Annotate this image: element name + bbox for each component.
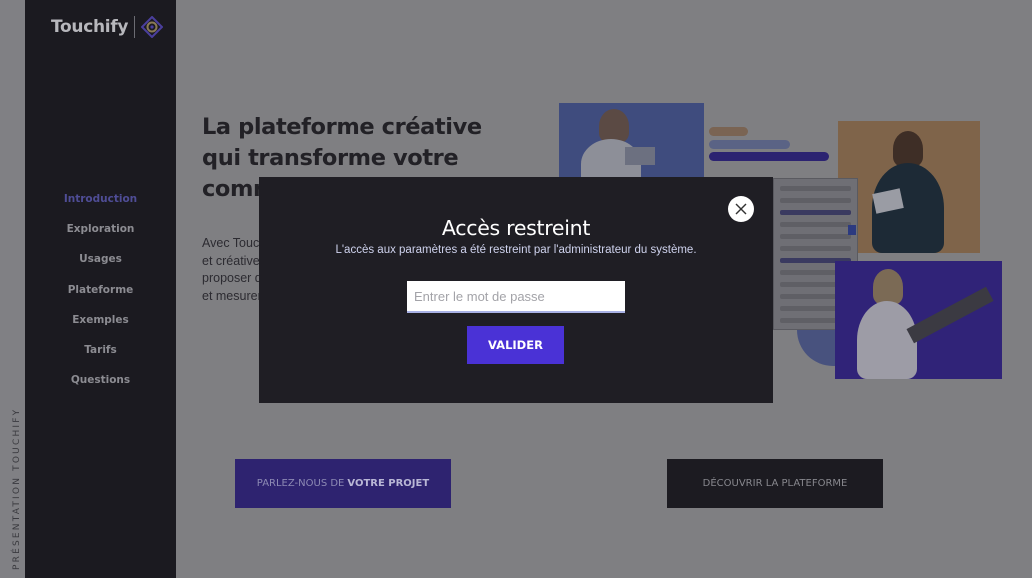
sidebar: Touchify Introduction Exploration Usages… [25, 0, 176, 578]
collage-bar [709, 127, 748, 136]
hero-photo-woman-kiosk [835, 261, 1002, 379]
close-icon [735, 203, 747, 215]
validate-button[interactable]: VALIDER [467, 326, 564, 364]
cta-project-strong: VOTRE PROJET [347, 478, 430, 489]
hero-photo-man-tablet [838, 121, 980, 253]
collage-chip [848, 225, 856, 235]
sidebar-nav: Introduction Exploration Usages Platefor… [25, 189, 176, 400]
collage-arc [797, 330, 835, 366]
vertical-label: PRÉSENTATION TOUCHIFY [12, 407, 22, 570]
password-input[interactable] [407, 281, 625, 313]
hero-photo-woman-laptop [559, 103, 704, 177]
discover-platform-button[interactable]: DÉCOUVRIR LA PLATEFORME [667, 459, 883, 508]
nav-item-questions[interactable]: Questions [25, 370, 176, 400]
nav-item-plateforme[interactable]: Plateforme [25, 280, 176, 310]
nav-item-exploration[interactable]: Exploration [25, 219, 176, 249]
nav-item-exemples[interactable]: Exemples [25, 310, 176, 340]
hero-title-line: La plateforme créative [202, 114, 482, 140]
cta-project-prefix: PARLEZ-NOUS DE [256, 478, 345, 489]
collage-bar [709, 152, 829, 161]
logo-mark-icon [141, 16, 164, 38]
contact-project-button[interactable]: PARLEZ-NOUS DE VOTRE PROJET [235, 459, 451, 508]
logo-divider [134, 16, 136, 38]
restricted-access-modal: Accès restreint L'accès aux paramètres a… [259, 177, 773, 403]
hero-title-line: qui transforme votre [202, 145, 459, 171]
modal-title: Accès restreint [441, 216, 591, 240]
nav-item-tarifs[interactable]: Tarifs [25, 340, 176, 370]
modal-close-button[interactable] [728, 196, 754, 222]
logo[interactable]: Touchify [51, 16, 164, 38]
collage-bar [709, 140, 790, 149]
nav-item-introduction[interactable]: Introduction [25, 189, 176, 219]
logo-text: Touchify [51, 17, 129, 37]
modal-subtitle: L'accès aux paramètres a été restreint p… [335, 244, 697, 256]
left-strip: PRÉSENTATION TOUCHIFY [0, 0, 25, 578]
nav-item-usages[interactable]: Usages [25, 249, 176, 279]
